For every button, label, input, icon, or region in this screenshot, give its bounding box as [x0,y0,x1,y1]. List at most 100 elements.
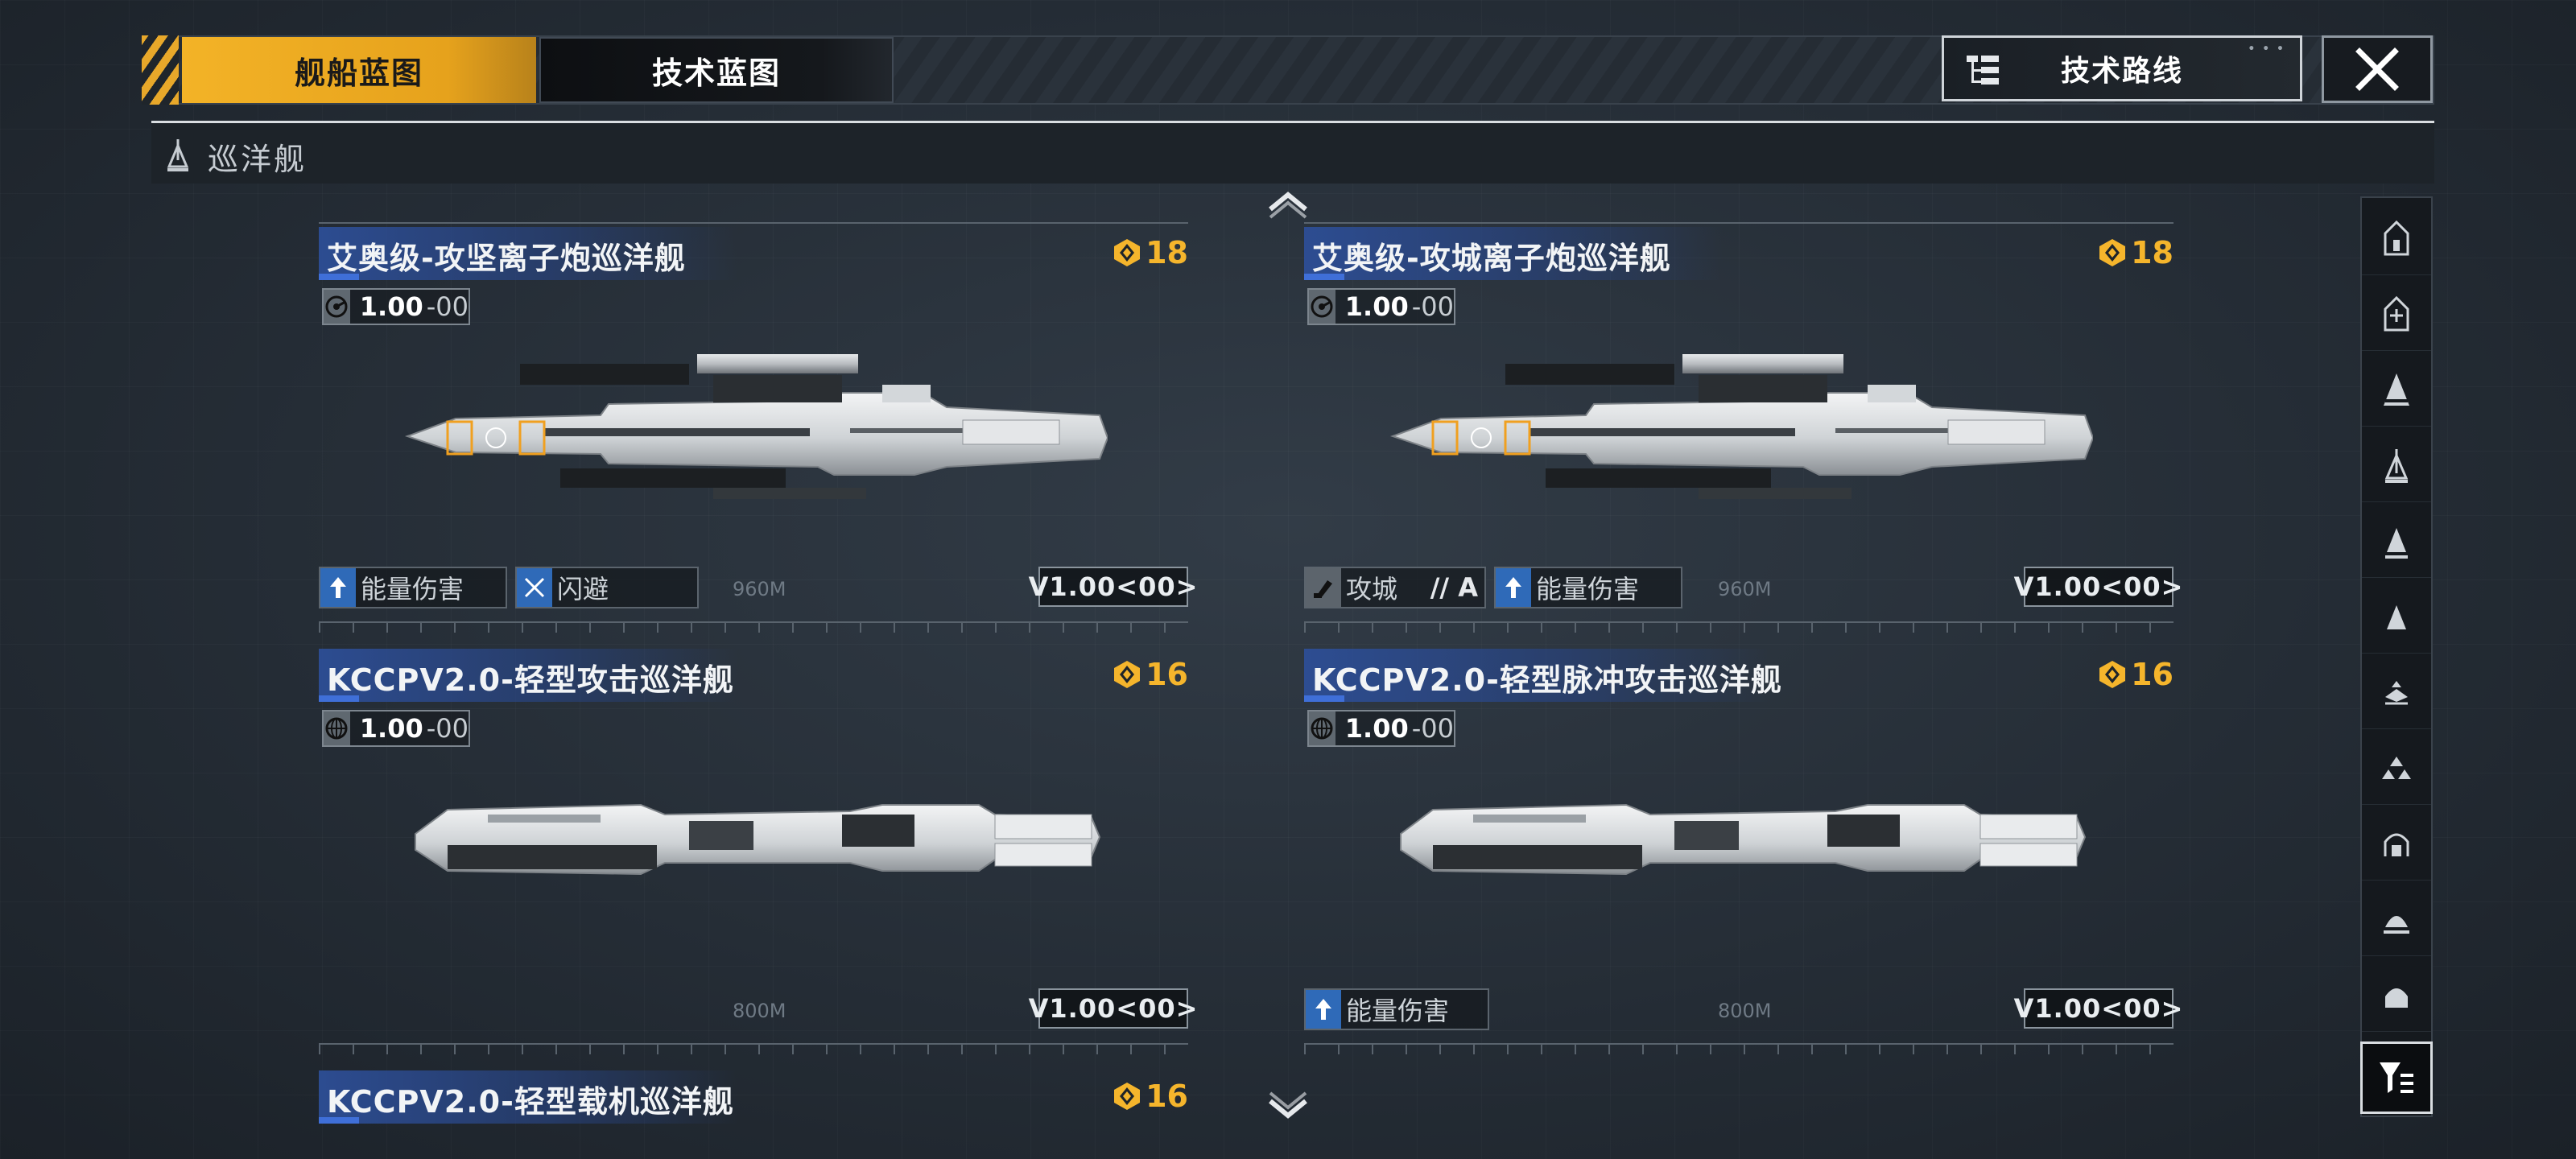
ship-model-image [404,354,1108,499]
version-badge: V1.00<00> [2014,567,2182,607]
range-label: 960M [1718,578,1772,600]
ship-card[interactable]: KCCPV2.0-轻型载机巡洋舰 16 [319,1070,1188,1159]
category-bar: 巡洋舰 [151,121,2434,184]
range-label: 960M [733,578,786,600]
tab-tech-blueprint[interactable]: 技术蓝图 [539,37,894,103]
trait-label: 能量伤害 [1346,996,1450,1026]
trait-label: 攻城 [1346,574,1398,604]
ship-cost-value: 16 [1146,657,1188,692]
trait-tag[interactable]: 攻城 // A [1304,567,1486,608]
radar-icon [1309,290,1335,324]
filter-battleship[interactable] [2362,277,2431,351]
trait-label: 能量伤害 [361,574,464,604]
auxiliary-icon [2384,833,2409,856]
ship-card[interactable]: KCCPV2.0-轻型攻击巡洋舰 16 1.00 -00 800M V1.00<… [319,649,1197,1067]
scale-ruler [319,621,1188,633]
range-label: 800M [1718,1000,1772,1022]
siege-icon [1306,568,1341,607]
ship-name: 艾奥级-攻城离子炮巡洋舰 [1312,241,1671,276]
corvette-icon [2385,680,2408,704]
filter-destroyer[interactable] [2362,504,2431,578]
ship-model-image [1389,354,2093,499]
arrow-up-icon [320,568,356,607]
tech-route-label: 技术路线 [2060,55,2183,88]
filter-carrier[interactable] [2362,201,2431,275]
command-point-icon [2099,239,2126,266]
filter-heavy-cruiser[interactable] [2362,353,2431,427]
close-button[interactable] [2322,35,2433,103]
ship-cost: 18 [2097,235,2174,270]
scale-ruler [1304,1043,2174,1054]
arrow-up-icon [1306,990,1341,1029]
command-point-icon [1114,239,1141,266]
trait-tags: 能量伤害 闪避 [319,567,699,608]
ship-cost: 16 [2097,657,2174,692]
ship-card[interactable]: 艾奥级-攻坚离子炮巡洋舰 18 1.00 -00 能量伤害 闪避 960M V1… [319,222,1197,645]
ship-cost-value: 18 [2131,235,2174,270]
ship-cost: 16 [1112,1079,1188,1114]
frigate-icon [2387,604,2406,629]
filter-button[interactable] [2360,1041,2433,1114]
ship-name: KCCPV2.0-轻型载机巡洋舰 [327,1084,734,1120]
ship-model-image [415,803,1101,876]
scale-ruler [1304,621,2174,633]
tech-tree-icon [1967,56,1999,85]
battleship-class-icon [2384,295,2409,331]
globe-icon [1309,711,1335,745]
scale-ruler [319,1043,1188,1054]
station-icon [2385,988,2408,1008]
ship-cost: 16 [1112,657,1188,692]
fighter-group-icon [2382,756,2411,779]
version-badge: V1.00<00> [2014,988,2182,1029]
ship-cost-value: 18 [1146,235,1188,270]
tab-ship-blueprint[interactable]: 舰船蓝图 [182,37,536,103]
trait-tag[interactable]: 能量伤害 [319,567,507,608]
ship-name: KCCPV2.0-轻型攻击巡洋舰 [327,662,734,698]
trait-tag[interactable]: 能量伤害 [1304,988,1489,1030]
hazard-stripe [142,35,179,105]
ship-cost: 18 [1112,235,1188,270]
filter-station[interactable] [2362,958,2431,1032]
command-point-icon [2099,661,2126,688]
dodge-icon [517,568,552,607]
destroyer-icon [2385,527,2408,559]
trait-label: 能量伤害 [1536,574,1640,604]
filter-auxiliary[interactable] [2362,806,2431,881]
ship-cost-value: 16 [1146,1079,1188,1114]
globe-icon [324,711,350,745]
trait-tags: 攻城 // A 能量伤害 [1304,567,1682,608]
ship-name: KCCPV2.0-轻型脉冲攻击巡洋舰 [1312,662,1782,698]
filter-corvette[interactable] [2362,655,2431,729]
radar-icon [324,290,350,324]
divider [319,222,1188,224]
filter-industrial[interactable] [2362,882,2431,956]
version-badge: V1.00<00> [1029,988,1197,1029]
trait-tag[interactable]: 闪避 [515,567,699,608]
close-icon [2355,47,2399,91]
ship-model-image [1400,803,2087,876]
ship-class-filter-rail [2360,196,2433,1117]
scroll-up-chevron-icon[interactable] [1264,188,1312,221]
corner-dots: • • • [2248,43,2285,56]
filter-fighter-group[interactable] [2362,731,2431,805]
trait-tag[interactable]: 能量伤害 [1494,567,1682,608]
divider [1304,222,2174,224]
ship-card[interactable]: 艾奥级-攻城离子炮巡洋舰 18 1.00 -00 攻城 // A 能量伤害 96… [1304,222,2182,645]
ship-name: 艾奥级-攻坚离子炮巡洋舰 [327,241,686,276]
industrial-icon [2384,915,2409,934]
trait-tags: 能量伤害 [1304,988,1489,1030]
filter-frigate[interactable] [2362,580,2431,654]
trait-label: 闪避 [557,574,609,604]
carrier-class-icon [2384,220,2409,255]
command-point-icon [1114,661,1141,688]
range-label: 800M [733,1000,786,1022]
ship-card[interactable]: KCCPV2.0-轻型脉冲攻击巡洋舰 16 1.00 -00 能量伤害 800M [1304,649,2182,1067]
category-label: 巡洋舰 [208,142,308,177]
trait-suffix: // A [1430,572,1478,603]
ship-cost-value: 16 [2131,657,2174,692]
filter-cruiser[interactable] [2362,428,2431,502]
tech-route-button[interactable]: 技术路线 • • • [1942,35,2302,101]
arrow-up-icon [1496,568,1531,607]
command-point-icon [1114,1083,1141,1110]
scroll-down-chevron-icon[interactable] [1264,1088,1312,1120]
